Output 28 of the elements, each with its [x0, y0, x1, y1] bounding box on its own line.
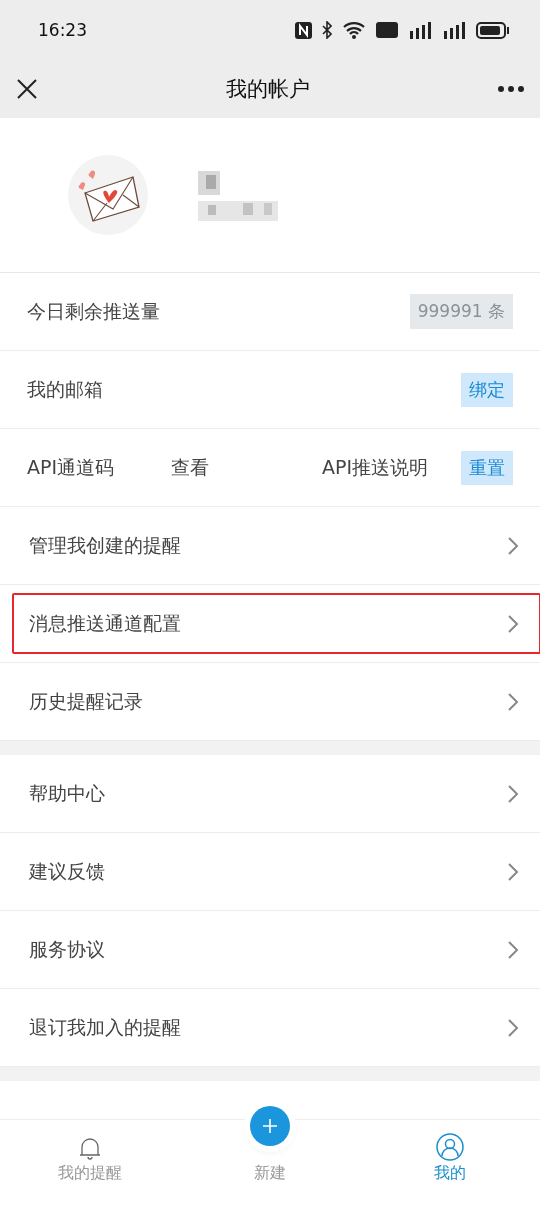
plus-icon: [262, 1118, 278, 1134]
bluetooth-icon: [322, 21, 332, 39]
chevron-right-icon: [507, 1017, 519, 1038]
chevron-right-icon: [507, 861, 519, 882]
page-title: 我的帐户: [226, 76, 310, 103]
signal-icon: [408, 21, 432, 39]
chevron-right-icon: [507, 783, 519, 804]
signal-icon: [442, 21, 466, 39]
menu-item[interactable]: 消息推送通道配置: [12, 593, 540, 654]
row-label: 今日剩余推送量: [27, 298, 161, 324]
wifi-icon: [342, 21, 366, 39]
chevron-right-icon: [507, 939, 519, 960]
chevron-right-icon: [507, 535, 519, 556]
person-icon: [436, 1133, 464, 1161]
chevron-right-icon: [507, 691, 519, 712]
view-link[interactable]: 查看: [171, 454, 322, 481]
tab[interactable]: 我的: [360, 1120, 540, 1206]
count-badge: 999991 条: [409, 294, 513, 329]
close-icon[interactable]: [16, 78, 38, 100]
status-time: 16:23: [38, 20, 87, 40]
row-label: API通道码: [27, 454, 116, 480]
api-doc-link[interactable]: API推送说明: [321, 454, 428, 481]
bell-icon: [77, 1135, 103, 1161]
battery-icon: [476, 21, 510, 39]
chevron-right-icon: [507, 613, 519, 634]
more-icon[interactable]: [498, 86, 524, 92]
nfc-icon: [295, 21, 312, 39]
row-label: 我的邮箱: [27, 376, 104, 402]
